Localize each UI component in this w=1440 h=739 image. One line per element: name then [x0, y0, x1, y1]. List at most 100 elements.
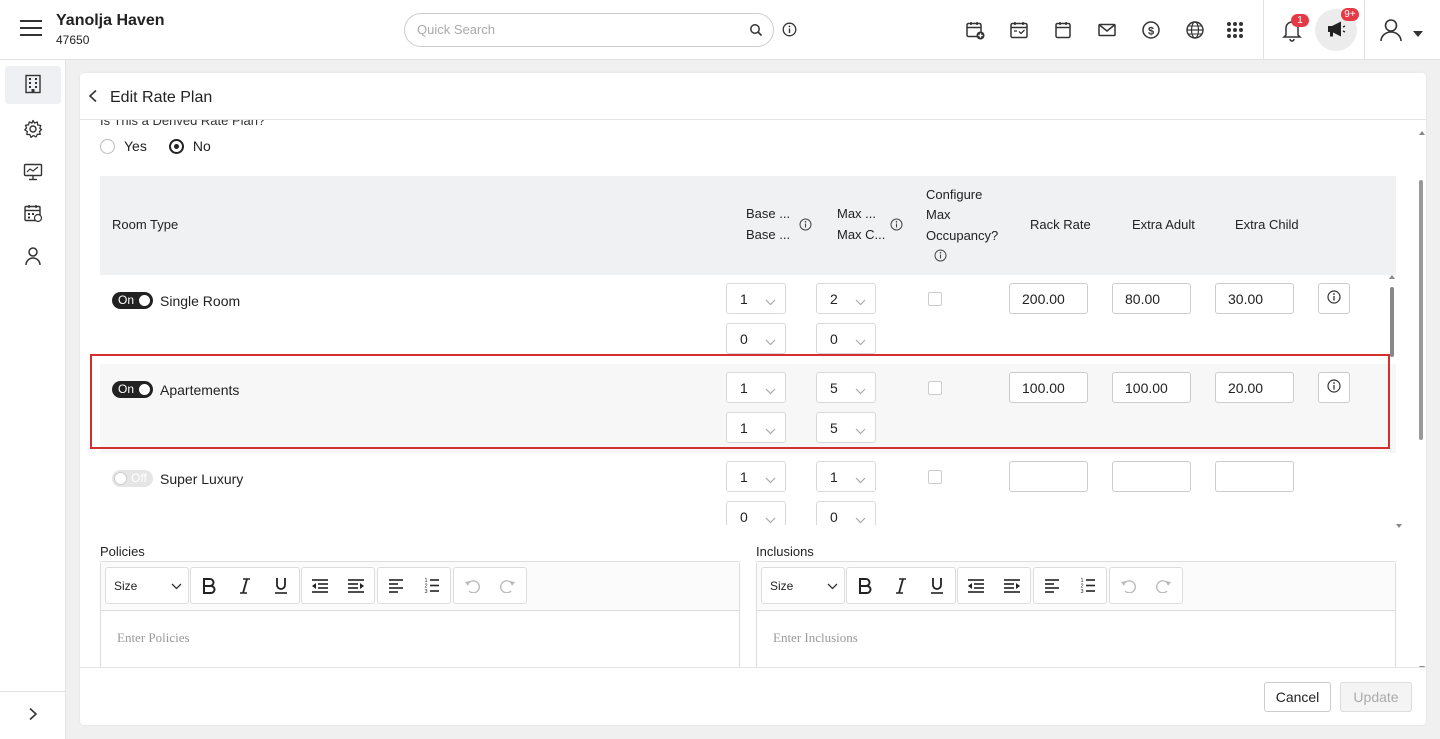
base-children-select[interactable]: 1 [726, 412, 786, 443]
room-toggle[interactable]: On [112, 381, 153, 398]
undo-icon[interactable] [454, 568, 490, 603]
max-adults-select[interactable]: 1 [816, 461, 876, 492]
base-children-select[interactable]: 0 [726, 323, 786, 354]
search-info-icon[interactable] [782, 22, 797, 40]
configure-max-occupancy-checkbox[interactable] [928, 292, 942, 306]
back-arrow-icon[interactable] [88, 89, 98, 106]
max-adults-select[interactable]: 2 [816, 283, 876, 314]
row-info-button[interactable] [1318, 372, 1350, 403]
apps-grid-icon[interactable] [1224, 19, 1246, 41]
search-icon[interactable] [749, 23, 763, 40]
undo-icon[interactable] [1110, 568, 1146, 603]
sidebar-item-monitor[interactable] [5, 154, 61, 192]
col-max-1: Max ... [837, 206, 877, 221]
room-name: Apartements [160, 382, 240, 398]
inclusions-placeholder[interactable]: Enter Inclusions [773, 630, 858, 646]
sidebar-item-users[interactable] [5, 238, 61, 276]
announcements-button[interactable]: 9+ [1315, 8, 1359, 51]
sidebar-item-settings[interactable] [5, 111, 61, 149]
outdent-icon[interactable] [302, 568, 338, 603]
update-button[interactable]: Update [1340, 682, 1412, 712]
notifications-button[interactable]: 1 [1281, 14, 1309, 46]
sidebar-expand-button[interactable] [0, 691, 66, 739]
scroll-up-arrow-icon[interactable] [1389, 275, 1395, 280]
megaphone-icon[interactable] [1326, 20, 1346, 41]
underline-icon[interactable] [263, 568, 299, 603]
form-scroll-up-arrow-icon[interactable] [1419, 123, 1425, 139]
table-scrollbar[interactable] [1389, 275, 1396, 525]
search-input[interactable] [417, 22, 737, 37]
size-dropdown[interactable]: Size [761, 567, 845, 604]
room-toggle[interactable]: Off [112, 470, 153, 487]
policies-placeholder[interactable]: Enter Policies [117, 630, 190, 646]
cancel-button[interactable]: Cancel [1264, 682, 1331, 712]
room-toggle[interactable]: On [112, 292, 153, 309]
calendar-check-icon[interactable] [1008, 19, 1030, 41]
calendar-add-icon[interactable] [964, 19, 986, 41]
base-children-select[interactable]: 0 [726, 501, 786, 525]
derived-radio-group: Yes No [100, 138, 233, 154]
configure-max-occupancy-checkbox[interactable] [928, 381, 942, 395]
extra-child-input[interactable]: 30.00 [1215, 283, 1294, 314]
mail-icon[interactable] [1096, 19, 1118, 41]
bold-icon[interactable] [191, 568, 227, 603]
base-adults-select[interactable]: 1 [726, 283, 786, 314]
room-type-rows[interactable]: On Single Room 1 0 2 0 200.00 80.00 30.0… [100, 275, 1396, 525]
extra-child-input[interactable]: 20.00 [1215, 372, 1294, 403]
size-dropdown[interactable]: Size [105, 567, 189, 604]
outdent-icon[interactable] [958, 568, 994, 603]
form-scroll-thumb[interactable] [1419, 180, 1423, 440]
hamburger-menu-icon[interactable] [20, 20, 42, 38]
extra-child-input[interactable] [1215, 461, 1294, 492]
sidebar-item-calendar[interactable] [5, 195, 61, 233]
redo-icon[interactable] [1146, 568, 1182, 603]
ordered-list-icon[interactable]: 123 [414, 568, 450, 603]
rack-rate-input[interactable]: 200.00 [1009, 283, 1088, 314]
bell-icon[interactable] [1281, 21, 1303, 46]
max-info-icon[interactable] [890, 218, 903, 234]
user-avatar-icon[interactable] [1378, 17, 1404, 46]
calendar-icon[interactable] [1052, 19, 1074, 41]
sidebar-item-property[interactable] [5, 66, 61, 104]
globe-icon[interactable] [1184, 19, 1206, 41]
quick-search[interactable] [404, 13, 774, 47]
configure-max-occupancy-checkbox[interactable] [928, 470, 942, 484]
italic-icon[interactable] [883, 568, 919, 603]
underline-icon[interactable] [919, 568, 955, 603]
chevron-down-icon [171, 579, 182, 593]
table-scroll-thumb[interactable] [1390, 287, 1394, 357]
user-menu[interactable] [1378, 17, 1423, 46]
align-left-icon[interactable] [378, 568, 414, 603]
configure-info-icon[interactable] [934, 249, 947, 265]
form-body[interactable]: Is This a Derived Rate Plan? Yes No Room… [80, 120, 1426, 667]
italic-icon[interactable] [227, 568, 263, 603]
max-adults-select[interactable]: 5 [816, 372, 876, 403]
chevron-right-icon[interactable] [28, 707, 38, 724]
extra-adult-input[interactable]: 80.00 [1112, 283, 1191, 314]
redo-icon[interactable] [490, 568, 526, 603]
policies-toolbar: Size 123 [101, 562, 739, 611]
caret-down-icon[interactable] [1413, 24, 1423, 40]
announcements-badge: 9+ [1341, 8, 1359, 21]
indent-icon[interactable] [338, 568, 374, 603]
table-scroll-down-arrow-icon[interactable] [1396, 516, 1402, 532]
max-children-select[interactable]: 0 [816, 501, 876, 525]
rack-rate-input[interactable] [1009, 461, 1088, 492]
align-left-icon[interactable] [1034, 568, 1070, 603]
base-info-icon[interactable] [799, 218, 812, 234]
rack-rate-input[interactable]: 100.00 [1009, 372, 1088, 403]
max-children-select[interactable]: 0 [816, 323, 876, 354]
dollar-icon[interactable]: $ [1140, 19, 1162, 41]
extra-adult-input[interactable]: 100.00 [1112, 372, 1191, 403]
extra-adult-input[interactable] [1112, 461, 1191, 492]
derived-no-radio[interactable] [168, 138, 184, 154]
base-adults-select[interactable]: 1 [726, 372, 786, 403]
indent-icon[interactable] [994, 568, 1030, 603]
bold-icon[interactable] [847, 568, 883, 603]
ordered-list-icon[interactable]: 123 [1070, 568, 1106, 603]
form-scroll-down-arrow-icon[interactable] [1419, 658, 1425, 667]
max-children-select[interactable]: 5 [816, 412, 876, 443]
base-adults-select[interactable]: 1 [726, 461, 786, 492]
derived-yes-radio[interactable] [100, 138, 115, 154]
row-info-button[interactable] [1318, 283, 1350, 314]
